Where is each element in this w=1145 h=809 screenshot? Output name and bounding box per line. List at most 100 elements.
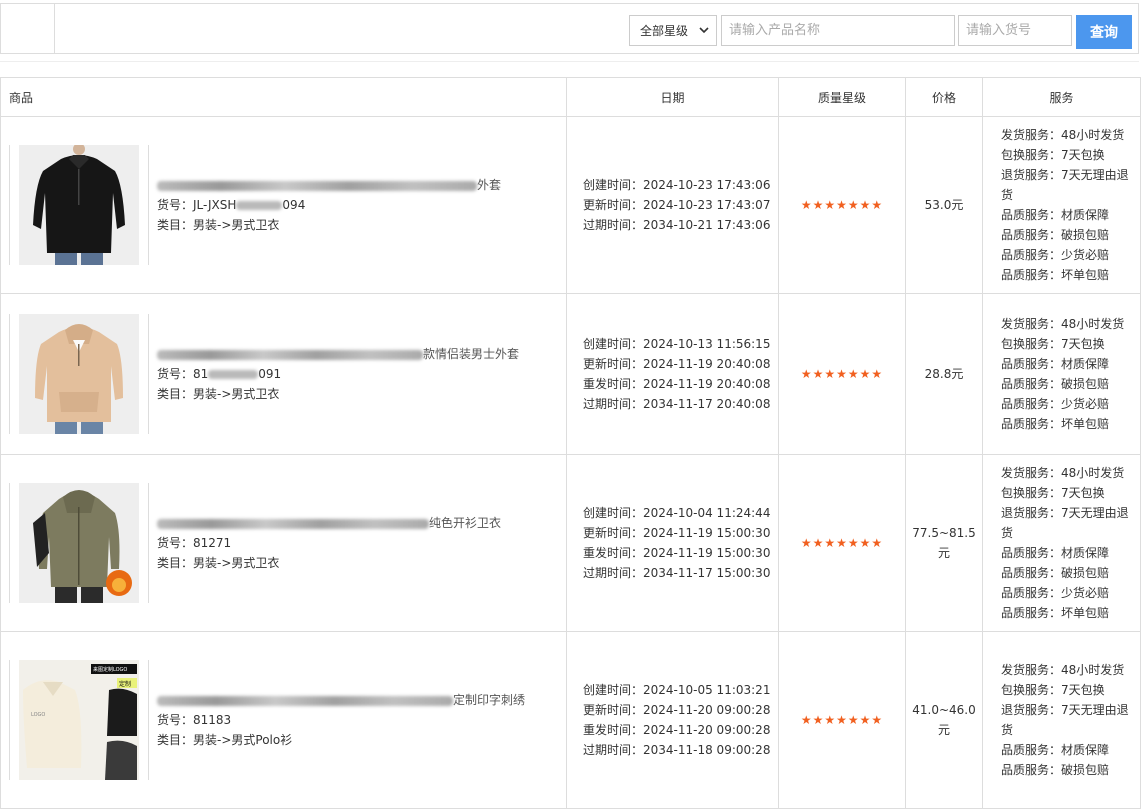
redacted-text [208,370,259,379]
product-sku: 货号：JL-JXSH 094 [157,198,306,212]
product-category: 类目：男装->男式Polo衫 [157,733,293,747]
image-logo-text: LOGO [31,712,45,718]
service-cell: 发货服务：48小时发货 包换服务：7天包换 退货服务：7天无理由退货 品质服务：… [982,631,1141,809]
service-item: 包换服务：7天包换 [1001,683,1105,697]
product-sku: 货号：81183 [157,713,232,727]
created-time: 创建时间：2024-10-23 17:43:06 [583,178,771,192]
product-name-input[interactable] [721,15,955,46]
product-title[interactable]: 纯色开衫卫衣 [157,513,501,533]
table-row: 纯色开衫卫衣 货号：81271 类目：男装->男式卫衣 创建时间：2024-10… [0,454,1141,632]
product-image-black-hoodie[interactable] [19,145,139,265]
product-image-beige-hoodie[interactable] [19,314,139,434]
service-item: 包换服务：7天包换 [1001,337,1105,351]
service-item: 发货服务：48小时发货 [1001,663,1125,677]
updated-time: 更新时间：2024-10-23 17:43:07 [583,198,771,212]
grade-select-value: 全部星级 [640,24,689,38]
service-item: 品质服务：少货必赔 [1001,397,1110,411]
updated-time: 更新时间：2024-11-19 20:40:08 [583,357,771,371]
header-product: 商品 [0,77,567,117]
dates-cell: 创建时间：2024-10-04 11:24:44 更新时间：2024-11-19… [566,454,779,632]
price-cell: 41.0~46.0元 [905,631,983,809]
service-item: 包换服务：7天包换 [1001,486,1105,500]
service-cell: 发货服务：48小时发货 包换服务：7天包换 退货服务：7天无理由退货 品质服务：… [982,116,1141,294]
service-item: 品质服务：破损包赔 [1001,228,1110,242]
expire-time: 过期时间：2034-11-18 09:00:28 [583,743,771,757]
dates-cell: 创建时间：2024-10-13 11:56:15 更新时间：2024-11-19… [566,293,779,455]
sku-input[interactable] [958,15,1072,46]
service-item: 退货服务：7天无理由退货 [1001,703,1129,737]
redacted-text [236,201,283,210]
chevron-down-icon [699,27,709,34]
dates-cell: 创建时间：2024-10-05 11:03:21 更新时间：2024-11-20… [566,631,779,809]
product-info: 纯色开衫卫衣 货号：81271 类目：男装->男式卫衣 [149,513,501,573]
product-cell: 款情侣装男士外套 货号：81 091 类目：男装->男式卫衣 [0,293,567,455]
service-cell: 发货服务：48小时发货 包换服务：7天包换 品质服务：材质保障 品质服务：破损包… [982,293,1141,455]
image-badge-text: 定制 [119,680,131,688]
dates-cell: 创建时间：2024-10-23 17:43:06 更新时间：2024-10-23… [566,116,779,294]
query-button[interactable]: 查询 [1076,15,1132,49]
toolbar-left-cell [1,4,55,53]
image-banner-text: 来图定制LOGO [93,666,127,673]
product-category: 类目：男装->男式卫衣 [157,218,280,232]
service-item: 品质服务：破损包赔 [1001,763,1110,777]
header-date: 日期 [566,77,779,117]
grade-stars: ★★★★★★★ [778,116,906,294]
service-item: 品质服务：坏单包赔 [1001,417,1110,431]
product-cell: 外套 货号：JL-JXSH 094 类目：男装->男式卫衣 [0,116,567,294]
product-cell: 纯色开衫卫衣 货号：81271 类目：男装->男式卫衣 [0,454,567,632]
product-category: 类目：男装->男式卫衣 [157,387,280,401]
redacted-text [157,695,453,706]
table-header-row: 商品 日期 质量星级 价格 服务 [0,77,1141,117]
product-cell: LOGO 来图定制LOGO 定制 定制印字刺绣 货号：81183 类目：男装->… [0,631,567,809]
table-row: 外套 货号：JL-JXSH 094 类目：男装->男式卫衣 创建时间：2024-1… [0,116,1141,294]
product-info: 款情侣装男士外套 货号：81 091 类目：男装->男式卫衣 [149,344,519,404]
filter-toolbar: 全部星级 查询 [0,3,1139,54]
service-item: 品质服务：坏单包赔 [1001,268,1110,282]
service-item: 品质服务：材质保障 [1001,546,1110,560]
service-item: 品质服务：材质保障 [1001,208,1110,222]
table-row: 款情侣装男士外套 货号：81 091 类目：男装->男式卫衣 创建时间：2024-… [0,293,1141,455]
created-time: 创建时间：2024-10-13 11:56:15 [583,337,771,351]
service-item: 发货服务：48小时发货 [1001,466,1125,480]
product-title[interactable]: 款情侣装男士外套 [157,344,519,364]
service-item: 品质服务：少货必赔 [1001,248,1110,262]
service-item: 品质服务：破损包赔 [1001,566,1110,580]
service-item: 品质服务：破损包赔 [1001,377,1110,391]
product-title[interactable]: 外套 [157,175,501,195]
service-cell: 发货服务：48小时发货 包换服务：7天包换 退货服务：7天无理由退货 品质服务：… [982,454,1141,632]
product-sku: 货号：81271 [157,536,232,550]
republish-time: 重发时间：2024-11-19 15:00:30 [583,546,771,560]
expire-time: 过期时间：2034-11-17 20:40:08 [583,397,771,411]
republish-time: 重发时间：2024-11-20 09:00:28 [583,723,771,737]
product-title[interactable]: 定制印字刺绣 [157,690,525,710]
created-time: 创建时间：2024-10-04 11:24:44 [583,506,771,520]
service-item: 品质服务：少货必赔 [1001,586,1110,600]
product-image-olive-jacket[interactable] [19,483,139,603]
service-item: 品质服务：材质保障 [1001,743,1110,757]
grade-stars: ★★★★★★★ [778,631,906,809]
grade-select[interactable]: 全部星级 [629,15,717,46]
grade-stars: ★★★★★★★ [778,454,906,632]
republish-time: 重发时间：2024-11-19 20:40:08 [583,377,771,391]
service-item: 发货服务：48小时发货 [1001,317,1125,331]
service-item: 发货服务：48小时发货 [1001,128,1125,142]
service-item: 包换服务：7天包换 [1001,148,1105,162]
product-info: 外套 货号：JL-JXSH 094 类目：男装->男式卫衣 [149,175,501,235]
product-image-polo-sweatshirt[interactable]: LOGO 来图定制LOGO 定制 [19,660,139,780]
header-grade: 质量星级 [778,77,906,117]
table-row: LOGO 来图定制LOGO 定制 定制印字刺绣 货号：81183 类目：男装->… [0,631,1141,809]
service-item: 品质服务：材质保障 [1001,357,1110,371]
expire-time: 过期时间：2034-11-17 15:00:30 [583,566,771,580]
redacted-text [157,349,423,360]
product-table: 商品 日期 质量星级 价格 服务 外套 货号：JL-JXSH 094 类目：男装… [0,77,1141,809]
product-info: 定制印字刺绣 货号：81183 类目：男装->男式Polo衫 [149,690,525,750]
updated-time: 更新时间：2024-11-19 15:00:30 [583,526,771,540]
product-sku: 货号：81 091 [157,367,282,381]
header-service: 服务 [982,77,1141,117]
service-item: 品质服务：坏单包赔 [1001,606,1110,620]
expire-time: 过期时间：2034-10-21 17:43:06 [583,218,771,232]
redacted-text [157,518,429,529]
product-category: 类目：男装->男式卫衣 [157,556,280,570]
service-item: 退货服务：7天无理由退货 [1001,168,1129,202]
header-price: 价格 [905,77,983,117]
